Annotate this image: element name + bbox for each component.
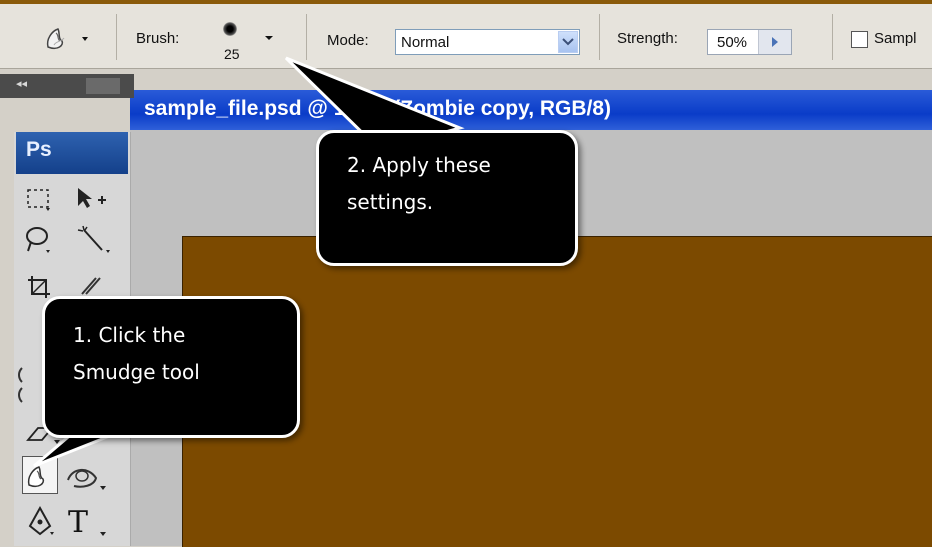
step1-line1: 1. Click the <box>73 323 186 347</box>
callout-step2: 2. Apply these settings. <box>316 130 578 266</box>
callout-pointers <box>33 56 465 468</box>
step2-line1: 2. Apply these <box>347 153 491 177</box>
step1-line2: Smudge tool <box>73 360 200 384</box>
step2-line2: settings. <box>347 190 434 214</box>
callout-step1: 1. Click the Smudge tool <box>42 296 300 438</box>
